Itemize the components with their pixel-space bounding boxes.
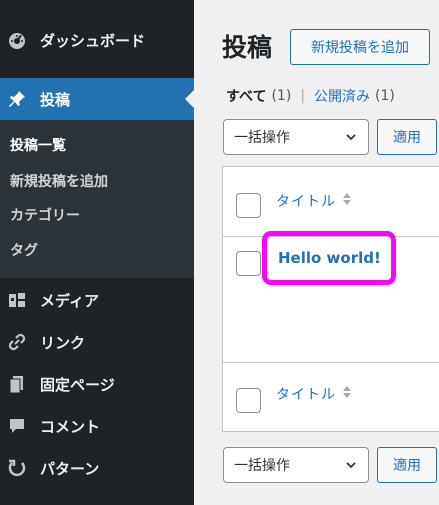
title-column-footer[interactable]: タイトル (276, 384, 352, 404)
link-icon (7, 332, 27, 352)
posts-table: タイトル タイトル (222, 166, 439, 432)
submenu-item-categories[interactable]: カテゴリー (10, 205, 80, 225)
table-footer: タイトル (223, 362, 439, 432)
menu-item-label: メディア (40, 291, 99, 310)
select-all-checkbox[interactable] (236, 193, 261, 218)
menu-item-label: 投稿 (40, 90, 71, 109)
filter-published-count: (1) (375, 88, 395, 104)
menu-item-patterns[interactable]: パターン (0, 450, 194, 486)
active-menu-arrow (185, 90, 194, 108)
menu-item-pages[interactable]: 固定ページ (0, 366, 194, 402)
page-icon (7, 374, 27, 394)
page-title: 投稿 (222, 33, 273, 62)
title-column-label: タイトル (276, 387, 336, 403)
row-checkbox[interactable] (236, 251, 261, 276)
table-header: タイトル (223, 167, 439, 237)
sort-icon (342, 191, 352, 211)
comment-icon (7, 416, 27, 436)
posts-submenu: 投稿一覧 新規投稿を追加 カテゴリー タグ (0, 120, 194, 278)
menu-item-comments[interactable]: コメント (0, 408, 194, 444)
chevron-down-icon (345, 459, 357, 475)
highlight-box (262, 231, 396, 285)
chevron-down-icon (345, 131, 357, 147)
submenu-item-tags[interactable]: タグ (10, 240, 38, 260)
apply-button-top[interactable]: 適用 (377, 119, 437, 155)
post-status-filters: すべて (1) | 公開済み (1) (226, 86, 395, 106)
menu-item-posts[interactable]: 投稿 (0, 78, 194, 120)
bulk-actions-value: 一括操作 (234, 458, 290, 474)
submenu-item-all-posts[interactable]: 投稿一覧 (10, 135, 66, 155)
media-icon (7, 290, 27, 310)
filter-published-link[interactable]: 公開済み (314, 86, 370, 106)
filter-all-count: (1) (271, 88, 292, 104)
bulk-actions-select-bottom[interactable]: 一括操作 (223, 447, 369, 483)
menu-item-media[interactable]: メディア (0, 282, 194, 318)
pattern-icon (7, 458, 27, 478)
dashboard-icon (7, 30, 27, 50)
apply-button-bottom[interactable]: 適用 (377, 447, 437, 483)
menu-item-label: リンク (40, 333, 86, 352)
title-column-header[interactable]: タイトル (276, 191, 352, 211)
pin-icon (7, 89, 27, 109)
sort-icon (342, 384, 352, 404)
bulk-actions-value: 一括操作 (234, 130, 290, 146)
menu-item-dashboard[interactable]: ダッシュボード (0, 22, 194, 58)
menu-item-label: ダッシュボード (40, 31, 146, 50)
filter-all-label[interactable]: すべて (226, 86, 266, 106)
select-all-checkbox-footer[interactable] (236, 388, 261, 413)
submenu-item-add-new[interactable]: 新規投稿を追加 (10, 171, 108, 191)
admin-sidebar: ダッシュボード 投稿 投稿一覧 新規投稿を追加 カテゴリー タグ メディア リン… (0, 0, 194, 505)
menu-item-label: コメント (40, 417, 101, 436)
bulk-actions-select-top[interactable]: 一括操作 (223, 119, 369, 155)
menu-item-label: パターン (40, 459, 100, 478)
menu-item-label: 固定ページ (40, 375, 115, 394)
filter-separator: | (300, 88, 306, 104)
menu-item-links[interactable]: リンク (0, 324, 194, 360)
title-column-label: タイトル (276, 194, 336, 210)
add-new-post-button[interactable]: 新規投稿を追加 (290, 29, 430, 65)
